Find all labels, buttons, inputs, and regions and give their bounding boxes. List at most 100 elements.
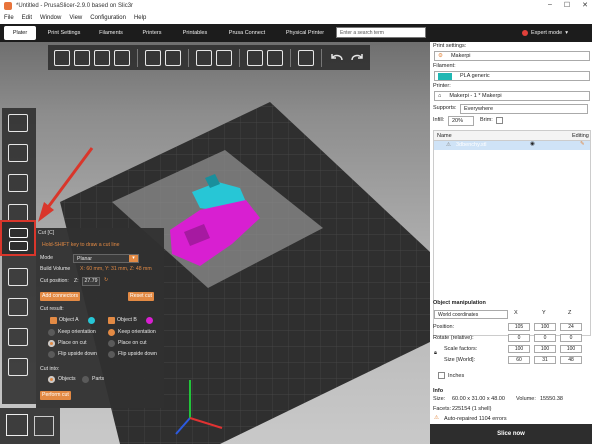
close-button[interactable]: ✕ bbox=[582, 1, 588, 9]
chevron-down-icon: ▾ bbox=[565, 30, 568, 36]
maximize-button[interactable]: ☐ bbox=[564, 1, 570, 9]
object-a-label: Object A bbox=[59, 317, 79, 323]
filament-color-swatch bbox=[438, 72, 452, 80]
rotate-z-input[interactable]: 0 bbox=[560, 334, 582, 342]
3d-view-icon[interactable] bbox=[6, 414, 28, 436]
objects-radio[interactable] bbox=[48, 376, 55, 383]
menu-file[interactable]: File bbox=[4, 15, 14, 21]
eye-icon[interactable]: ◉ bbox=[530, 141, 535, 147]
tab-printers[interactable]: Printers bbox=[134, 26, 170, 40]
size-x-input[interactable]: 60 bbox=[508, 356, 530, 364]
object-row-name: 3dbenchy.stl bbox=[456, 142, 487, 148]
menu-view[interactable]: View bbox=[69, 15, 82, 21]
lock-icon[interactable]: 🔒︎ bbox=[434, 350, 437, 357]
a-flip-upside-down-radio[interactable] bbox=[48, 351, 55, 358]
warning-icon: ⚠ bbox=[446, 142, 451, 148]
preview-icon[interactable] bbox=[34, 416, 54, 436]
infill-label: Infill: bbox=[433, 117, 445, 123]
volume-label: Volume: bbox=[516, 396, 536, 402]
build-volume-label: Build Volume bbox=[40, 266, 71, 272]
b-keep-orientation-label: Keep orientation bbox=[118, 329, 156, 335]
warning-icon: ⚠ bbox=[434, 415, 439, 421]
position-z-input[interactable]: 24 bbox=[560, 323, 582, 331]
menu-window[interactable]: Window bbox=[40, 15, 61, 21]
cut-result-label: Cut result: bbox=[40, 306, 64, 312]
b-place-on-cut-label: Place on cut bbox=[118, 340, 147, 346]
menu-edit[interactable]: Edit bbox=[22, 15, 32, 21]
mode-label: Expert mode bbox=[531, 30, 563, 36]
reset-position-icon[interactable]: ↻ bbox=[104, 277, 108, 283]
mode-select[interactable]: Planar ▾ bbox=[73, 254, 139, 263]
position-x-input[interactable]: 105 bbox=[508, 323, 530, 331]
supports-label: Supports: bbox=[433, 105, 457, 111]
b-keep-orientation-radio[interactable] bbox=[108, 329, 115, 336]
scale-x-input[interactable]: 100 bbox=[508, 345, 530, 353]
object-row[interactable]: ⚠ 3dbenchy.stl ◉ ✎ bbox=[434, 141, 590, 150]
menu-help[interactable]: Help bbox=[134, 15, 146, 21]
object-a-checkbox[interactable] bbox=[50, 317, 57, 324]
scale-z-input[interactable]: 100 bbox=[560, 345, 582, 353]
tab-filaments[interactable]: Filaments bbox=[92, 26, 130, 40]
minimize-button[interactable]: – bbox=[548, 1, 552, 9]
slice-now-button[interactable]: Slice now bbox=[430, 424, 592, 444]
app-icon bbox=[4, 2, 12, 10]
a-place-on-cut-radio[interactable] bbox=[48, 340, 55, 347]
b-place-on-cut-radio[interactable] bbox=[108, 340, 115, 347]
inches-checkbox[interactable] bbox=[438, 372, 445, 379]
y-header: Y bbox=[542, 310, 546, 316]
reset-cut-button[interactable]: Reset cut bbox=[128, 292, 154, 301]
build-volume-value: X: 60 mm, Y: 31 mm, Z: 48 mm bbox=[80, 266, 152, 272]
tab-printables[interactable]: Printables bbox=[176, 26, 214, 40]
rotate-y-input[interactable]: 0 bbox=[534, 334, 556, 342]
tab-prusa-connect[interactable]: Prusa Connect bbox=[222, 26, 272, 40]
size-y-input[interactable]: 31 bbox=[534, 356, 556, 364]
a-keep-orientation-label: Keep orientation bbox=[58, 329, 96, 335]
infill-select[interactable]: 20% bbox=[448, 116, 474, 126]
cut-panel-title: Cut [C] bbox=[38, 230, 55, 236]
size-z-input[interactable]: 48 bbox=[560, 356, 582, 364]
chevron-down-icon: ▾ bbox=[129, 255, 138, 262]
search-input[interactable]: Enter a search term bbox=[336, 27, 426, 38]
perform-cut-button[interactable]: Perform cut bbox=[40, 391, 71, 400]
add-connectors-button[interactable]: Add connectors bbox=[40, 292, 81, 301]
brim-checkbox[interactable] bbox=[496, 117, 503, 124]
mode-label: Mode bbox=[40, 255, 53, 261]
printer-value: Makerpi - 1 * Makerpi bbox=[449, 93, 502, 99]
position-y-input[interactable]: 100 bbox=[534, 323, 556, 331]
a-keep-orientation-radio[interactable] bbox=[48, 329, 55, 336]
filament-select[interactable]: PLA generic bbox=[434, 71, 590, 81]
b-flip-upside-down-radio[interactable] bbox=[108, 351, 115, 358]
a-place-on-cut-label: Place on cut bbox=[58, 340, 87, 346]
object-list-header: Name Editing bbox=[434, 131, 590, 141]
cut-hint: Hold-SHIFT key to draw a cut line bbox=[42, 242, 120, 248]
coordinates-select[interactable]: World coordinates bbox=[434, 310, 508, 319]
tab-print-settings[interactable]: Print Settings bbox=[40, 26, 88, 40]
tab-physical-printer[interactable]: Physical Printer bbox=[278, 26, 332, 40]
mode-selector[interactable]: Expert mode ▾ bbox=[522, 27, 568, 39]
rotate-x-input[interactable]: 0 bbox=[508, 334, 530, 342]
size-label: Size [World]: bbox=[444, 357, 476, 363]
scale-y-input[interactable]: 100 bbox=[534, 345, 556, 353]
print-settings-select[interactable]: ⚙ Makerpi bbox=[434, 51, 590, 61]
parts-radio[interactable] bbox=[82, 376, 89, 383]
menu-configuration[interactable]: Configuration bbox=[90, 15, 126, 21]
object-a-color-swatch bbox=[88, 317, 95, 324]
edit-icon[interactable]: ✎ bbox=[580, 141, 585, 147]
printer-label: Printer: bbox=[433, 83, 451, 89]
3d-viewport[interactable]: Cut [C] Hold-SHIFT key to draw a cut lin… bbox=[0, 42, 430, 444]
cut-position-input[interactable]: 27.79 bbox=[82, 277, 100, 286]
print-settings-label: Print settings: bbox=[433, 43, 467, 49]
a-flip-upside-down-label: Flip upside down bbox=[58, 351, 97, 357]
supports-select[interactable]: Everywhere bbox=[460, 104, 588, 114]
object-b-color-swatch bbox=[146, 317, 153, 324]
scale-label: Scale factors: bbox=[444, 346, 478, 352]
brim-label: Brim: bbox=[480, 117, 493, 123]
menu-bar: File Edit Window View Configuration Help bbox=[0, 12, 592, 24]
object-b-checkbox[interactable] bbox=[108, 317, 115, 324]
printer-select[interactable]: ⌂ Makerpi - 1 * Makerpi bbox=[434, 91, 590, 101]
view-switcher bbox=[0, 408, 60, 444]
parts-label: Parts bbox=[92, 376, 105, 382]
rotate-label: Rotate (relative): bbox=[433, 335, 474, 341]
tab-plater[interactable]: Plater bbox=[4, 26, 36, 40]
name-column-header: Name bbox=[437, 133, 452, 139]
